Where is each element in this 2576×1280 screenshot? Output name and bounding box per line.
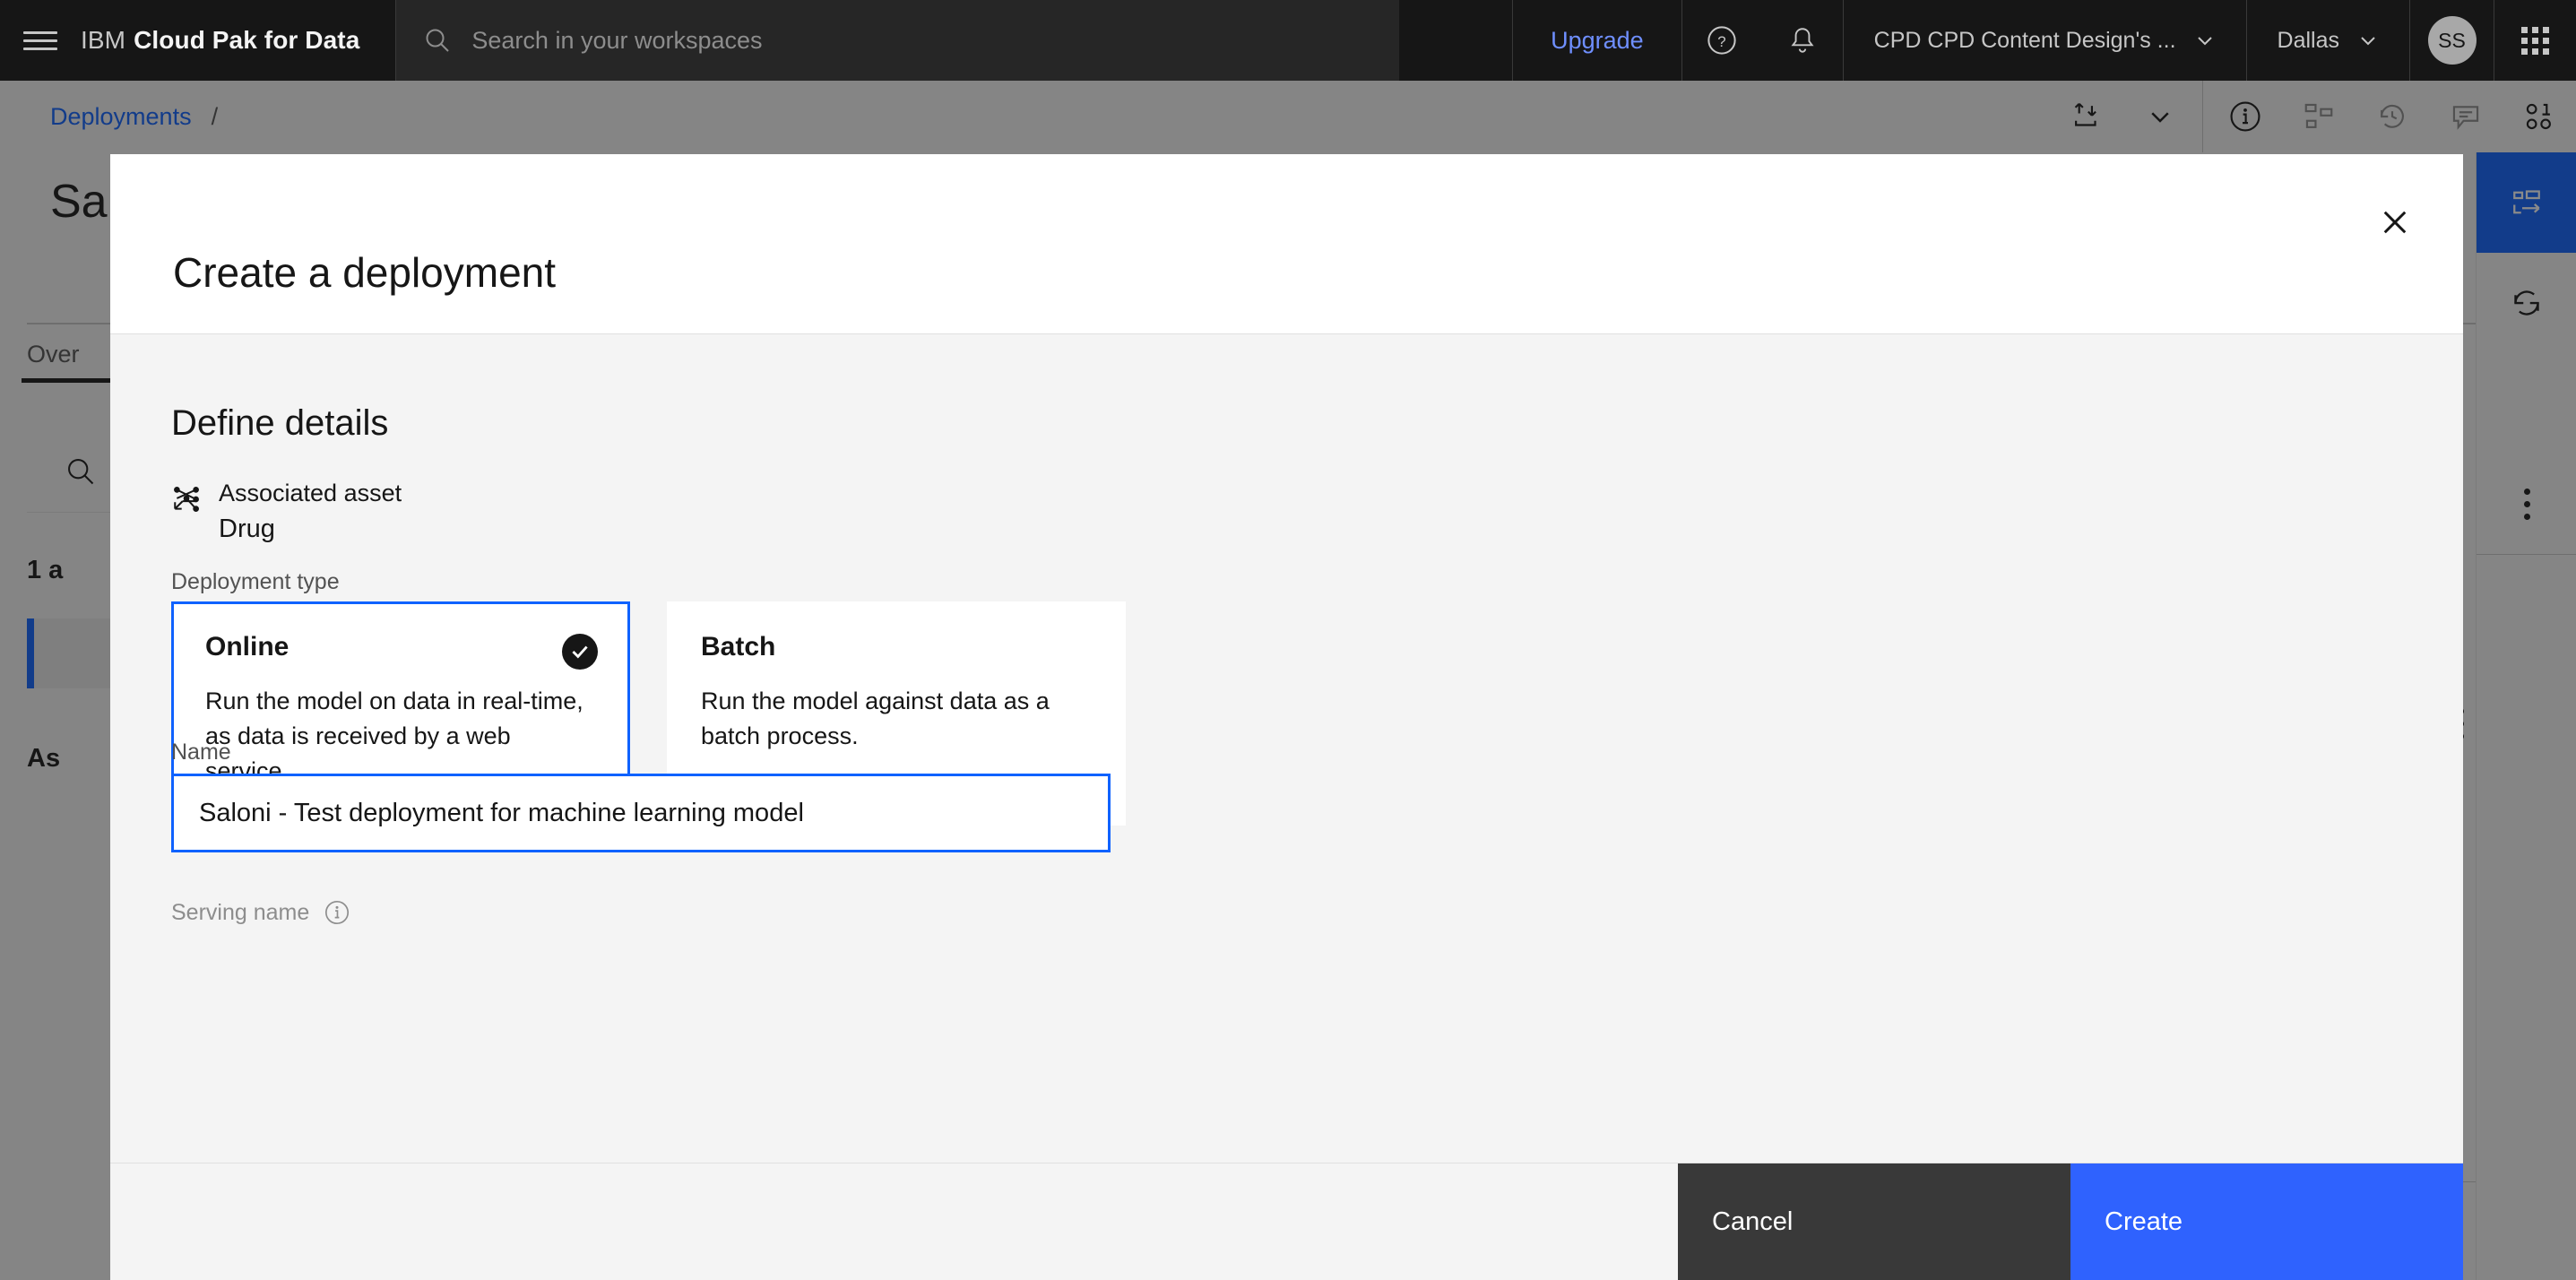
avatar-initials: SS bbox=[2427, 16, 2477, 65]
card-title: Batch bbox=[701, 632, 776, 662]
modal-footer: Cancel Create bbox=[110, 1163, 2463, 1280]
modal-header: Create a deployment bbox=[110, 154, 2463, 333]
hamburger-menu-icon[interactable] bbox=[0, 0, 81, 81]
account-label: CPD CPD Content Design's ... bbox=[1873, 27, 2176, 53]
global-search-input[interactable]: Search in your workspaces bbox=[395, 0, 1400, 81]
create-button[interactable]: Create bbox=[2070, 1163, 2463, 1280]
brand-title[interactable]: IBM Cloud Pak for Data bbox=[81, 0, 395, 81]
search-icon bbox=[423, 26, 452, 55]
chevron-down-icon bbox=[2194, 30, 2216, 51]
avatar[interactable]: SS bbox=[2409, 0, 2494, 81]
upgrade-link[interactable]: Upgrade bbox=[1512, 0, 1681, 81]
global-header: IBM Cloud Pak for Data Search in your wo… bbox=[0, 0, 2576, 81]
search-placeholder: Search in your workspaces bbox=[471, 26, 763, 54]
checkmark-filled-icon bbox=[562, 634, 598, 670]
brand-product: Cloud Pak for Data bbox=[134, 26, 360, 54]
associated-asset: Associated asset Drug bbox=[171, 480, 402, 543]
name-input[interactable]: Saloni - Test deployment for machine lea… bbox=[171, 774, 1111, 852]
region-label: Dallas bbox=[2277, 27, 2339, 53]
serving-name-label: Serving name bbox=[171, 899, 310, 925]
app-grid-icon[interactable] bbox=[2494, 0, 2576, 81]
deployment-type-label: Deployment type bbox=[171, 569, 340, 594]
card-description: Run the model against data as a batch pr… bbox=[701, 688, 1050, 750]
cancel-button[interactable]: Cancel bbox=[1678, 1163, 2070, 1280]
associated-asset-label: Associated asset bbox=[219, 480, 402, 506]
close-icon[interactable] bbox=[2352, 179, 2438, 265]
name-label: Name bbox=[171, 739, 231, 765]
chevron-down-icon bbox=[2357, 30, 2379, 51]
bell-icon[interactable] bbox=[1762, 0, 1843, 81]
brand-ibm: IBM bbox=[81, 26, 126, 54]
account-selector[interactable]: CPD CPD Content Design's ... bbox=[1842, 0, 2246, 81]
header-spacer bbox=[1399, 0, 1513, 81]
associated-asset-value: Drug bbox=[219, 515, 275, 544]
svg-text:?: ? bbox=[1717, 33, 1725, 50]
modal-title: Create a deployment bbox=[173, 249, 557, 296]
region-selector[interactable]: Dallas bbox=[2245, 0, 2409, 81]
card-title: Online bbox=[205, 632, 290, 662]
modal-body: Define details Associated asset Drug Dep… bbox=[110, 333, 2463, 1163]
section-title-define-details: Define details bbox=[171, 403, 389, 443]
model-asset-icon bbox=[171, 484, 202, 543]
serving-name-row: Serving name bbox=[171, 899, 350, 926]
create-deployment-modal: Create a deployment Define details Assoc… bbox=[110, 154, 2463, 1280]
info-circle-icon[interactable] bbox=[324, 899, 350, 926]
help-circle-icon[interactable]: ? bbox=[1681, 0, 1762, 81]
